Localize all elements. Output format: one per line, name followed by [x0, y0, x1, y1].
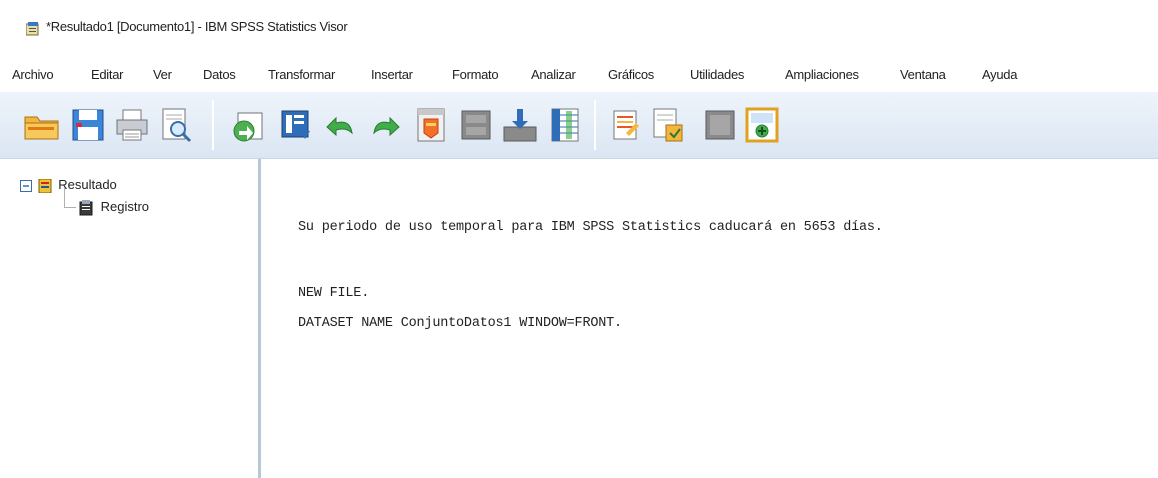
- menu-bar: Archivo Editar Ver Datos Transformar Ins…: [0, 62, 1158, 88]
- log-command-line: DATASET NAME ConjuntoDatos1 WINDOW=FRONT…: [298, 316, 622, 331]
- toolbar-separator: [594, 100, 596, 150]
- output-content-pane: Su periodo de uso temporal para IBM SPSS…: [262, 159, 1158, 478]
- menu-formato[interactable]: Formato: [452, 67, 499, 82]
- menu-transformar[interactable]: Transformar: [268, 67, 335, 82]
- log-command-line: NEW FILE.: [298, 286, 370, 301]
- log-text-line: Su periodo de uso temporal para IBM SPSS…: [298, 220, 883, 235]
- print-preview-icon[interactable]: [156, 105, 196, 145]
- menu-analizar[interactable]: Analizar: [531, 67, 576, 82]
- goto-variable-icon[interactable]: [500, 105, 540, 145]
- spss-app-icon: [26, 22, 39, 36]
- designate-window-icon[interactable]: [648, 105, 688, 145]
- recall-dialog-icon[interactable]: [276, 105, 316, 145]
- expand-collapse-icon[interactable]: [20, 179, 32, 192]
- menu-ayuda[interactable]: Ayuda: [982, 67, 1017, 82]
- outline-child-item[interactable]: Registro: [78, 199, 149, 216]
- outline-root-item[interactable]: Resultado: [20, 177, 117, 193]
- window-title: *Resultado1 [Documento1] - IBM SPSS Stat…: [46, 19, 348, 34]
- menu-insertar[interactable]: Insertar: [371, 67, 413, 82]
- menu-graficos[interactable]: Gráficos: [608, 67, 654, 82]
- redo-icon[interactable]: [364, 105, 404, 145]
- open-folder-icon[interactable]: [22, 105, 62, 145]
- goto-data-icon[interactable]: [412, 105, 452, 145]
- goto-case-icon[interactable]: [456, 105, 496, 145]
- insert-heading-icon[interactable]: [742, 105, 782, 145]
- export-icon[interactable]: [228, 105, 268, 145]
- toolbar-separator: [212, 100, 214, 150]
- menu-editar[interactable]: Editar: [91, 67, 123, 82]
- save-icon[interactable]: [68, 105, 108, 145]
- log-icon: [79, 199, 93, 216]
- print-icon[interactable]: [112, 105, 152, 145]
- toolbar: [0, 92, 1158, 159]
- show-all-icon[interactable]: [700, 105, 740, 145]
- variables-icon[interactable]: [544, 105, 584, 145]
- tree-connector: [64, 187, 65, 207]
- menu-archivo[interactable]: Archivo: [12, 67, 54, 82]
- menu-utilidades[interactable]: Utilidades: [690, 67, 744, 82]
- menu-ventana[interactable]: Ventana: [900, 67, 946, 82]
- tree-connector: [64, 207, 76, 208]
- menu-ampliaciones[interactable]: Ampliaciones: [785, 67, 859, 82]
- output-root-icon: [38, 178, 52, 193]
- outline-child-label: Registro: [100, 199, 150, 214]
- outline-pane: Resultado Registro: [0, 159, 261, 478]
- undo-icon[interactable]: [322, 105, 362, 145]
- title-bar: *Resultado1 [Documento1] - IBM SPSS Stat…: [0, 0, 1158, 52]
- menu-ver[interactable]: Ver: [153, 67, 172, 82]
- outline-root-label: Resultado: [58, 177, 117, 192]
- select-output-icon[interactable]: [606, 105, 646, 145]
- menu-datos[interactable]: Datos: [203, 67, 236, 82]
